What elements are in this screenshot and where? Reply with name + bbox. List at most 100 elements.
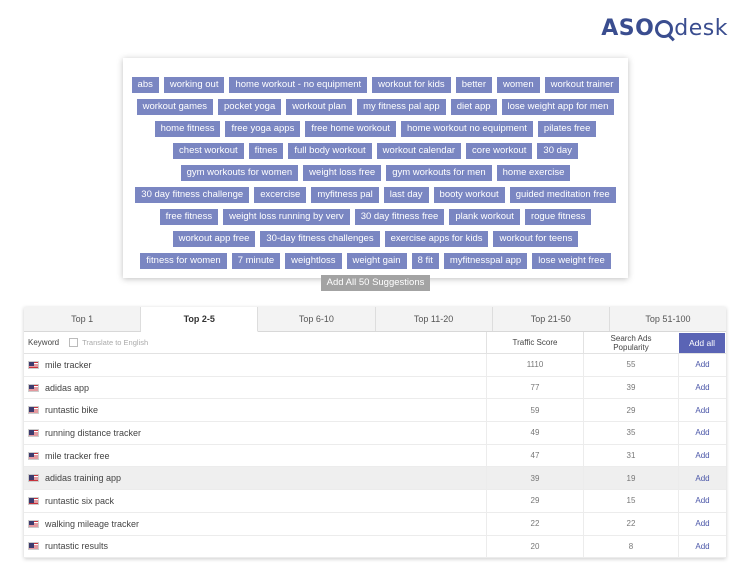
- add-keyword-button[interactable]: Add: [678, 467, 726, 490]
- suggestion-tag[interactable]: workout for teens: [493, 231, 579, 247]
- suggestion-tag[interactable]: fitness for women: [140, 253, 227, 269]
- suggestion-tag[interactable]: booty workout: [433, 187, 505, 203]
- tab-top-1[interactable]: Top 1: [24, 307, 142, 331]
- tab-top-51-100[interactable]: Top 51-100: [609, 307, 727, 331]
- suggestion-tag[interactable]: pilates free: [537, 121, 597, 137]
- suggestion-tag[interactable]: workout trainer: [544, 77, 620, 93]
- table-row: runtastic bike 59 29 Add: [24, 399, 726, 423]
- translate-checkbox[interactable]: [69, 338, 79, 347]
- add-all-header: Add all: [678, 332, 726, 353]
- suggestion-tag[interactable]: 30-day fitness challenges: [260, 231, 380, 247]
- keyword-text: running distance tracker: [45, 427, 142, 438]
- suggestion-tag[interactable]: women: [496, 77, 540, 93]
- suggestion-tag[interactable]: lose weight app for men: [501, 99, 615, 115]
- add-keyword-button[interactable]: Add: [678, 535, 726, 558]
- suggestion-tag[interactable]: gym workouts for women: [180, 165, 299, 181]
- suggestion-tag[interactable]: home exercise: [496, 165, 571, 181]
- keyword-text: adidas training app: [45, 473, 122, 484]
- suggestion-tag[interactable]: pocket yoga: [218, 99, 282, 115]
- suggestion-tag[interactable]: home workout no equipment: [401, 121, 533, 137]
- suggestion-tag[interactable]: rogue fitness: [524, 209, 592, 225]
- suggestion-tag[interactable]: fitnes: [248, 143, 284, 159]
- popularity-cell: 8: [583, 535, 678, 558]
- suggestion-tag[interactable]: plank workout: [449, 209, 520, 225]
- popularity-cell: 29: [583, 399, 678, 422]
- keyword-text: mile tracker: [45, 359, 92, 370]
- keyword-cell: running distance tracker: [24, 428, 486, 438]
- suggestion-tag[interactable]: myfitness pal: [311, 187, 379, 203]
- add-keyword-button[interactable]: Add: [678, 490, 726, 512]
- search-ads-popularity-header[interactable]: Search Ads Popularity: [583, 332, 678, 353]
- tab-top-11-20[interactable]: Top 11-20: [375, 307, 493, 331]
- tab-top-6-10[interactable]: Top 6-10: [258, 307, 376, 331]
- suggestion-tag[interactable]: weightloss: [285, 253, 342, 269]
- us-flag-icon: [28, 519, 39, 528]
- suggestion-tag[interactable]: full body workout: [288, 143, 372, 159]
- suggestion-tag[interactable]: home workout - no equipment: [229, 77, 368, 93]
- traffic-score-header[interactable]: Traffic Score: [486, 332, 583, 353]
- suggestion-tag[interactable]: home fitness: [154, 121, 221, 137]
- suggestion-tag[interactable]: free yoga apps: [225, 121, 301, 137]
- keyword-cell: runtastic six pack: [24, 496, 486, 506]
- suggestion-tag[interactable]: chest workout: [173, 143, 244, 159]
- table-row: adidas app 77 39 Add: [24, 376, 726, 400]
- suggestion-tag[interactable]: workout plan: [286, 99, 353, 115]
- suggestion-tag[interactable]: gym workouts for men: [386, 165, 492, 181]
- translate-toggle[interactable]: Translate to English: [69, 338, 148, 347]
- suggestion-tag[interactable]: working out: [163, 77, 225, 93]
- us-flag-icon: [28, 360, 39, 369]
- suggestion-tag[interactable]: abs: [131, 77, 159, 93]
- suggestion-tag[interactable]: 8 fit: [411, 253, 439, 269]
- traffic-score-cell: 29: [486, 490, 583, 512]
- popularity-cell: 22: [583, 512, 678, 535]
- suggestion-tag[interactable]: weight loss running by verv: [223, 209, 350, 225]
- suggestion-tag[interactable]: 30 day fitness free: [354, 209, 445, 225]
- table-row: walking mileage tracker 22 22 Add: [24, 512, 726, 536]
- add-keyword-button[interactable]: Add: [678, 399, 726, 422]
- keyword-cell: mile tracker free: [24, 451, 486, 461]
- keyword-cell: adidas training app: [24, 473, 486, 483]
- suggestion-tag[interactable]: guided meditation free: [509, 187, 616, 203]
- suggestion-tag[interactable]: workout calendar: [376, 143, 462, 159]
- suggestion-tag[interactable]: excercise: [254, 187, 307, 203]
- suggestion-tag[interactable]: weight gain: [346, 253, 407, 269]
- suggestion-tag[interactable]: 30 day: [537, 143, 578, 159]
- keyword-text: walking mileage tracker: [45, 518, 140, 529]
- tab-top-21-50[interactable]: Top 21-50: [492, 307, 610, 331]
- suggestion-tag[interactable]: myfitnesspal app: [443, 253, 528, 269]
- traffic-score-cell: 49: [486, 422, 583, 444]
- suggestion-tag[interactable]: free home workout: [305, 121, 397, 137]
- keyword-cell: runtastic results: [24, 541, 486, 551]
- suggestion-tag[interactable]: diet app: [450, 99, 497, 115]
- suggestion-tag[interactable]: core workout: [466, 143, 533, 159]
- suggestion-tag[interactable]: workout games: [136, 99, 214, 115]
- suggestion-tag[interactable]: 7 minute: [231, 253, 281, 269]
- suggestion-tag[interactable]: 30 day fitness challenge: [135, 187, 250, 203]
- suggestion-tag[interactable]: lose weight free: [532, 253, 611, 269]
- rank-tabs: Top 1 Top 2-5 Top 6-10 Top 11-20 Top 21-50 To…: [24, 307, 727, 332]
- add-keyword-button[interactable]: Add: [678, 376, 726, 399]
- add-keyword-button[interactable]: Add: [678, 354, 726, 376]
- us-flag-icon: [28, 428, 39, 437]
- suggestion-tag[interactable]: last day: [383, 187, 429, 203]
- add-all-button[interactable]: Add all: [679, 332, 725, 353]
- keyword-header-label: Keyword: [28, 338, 60, 347]
- suggestion-tag[interactable]: weight loss free: [303, 165, 382, 181]
- suggestion-tag[interactable]: better: [455, 77, 492, 93]
- add-keyword-button[interactable]: Add: [678, 512, 726, 535]
- popularity-cell: 19: [583, 467, 678, 490]
- tab-top-2-5[interactable]: Top 2-5: [141, 307, 259, 332]
- keywords-table-panel: Top 1 Top 2-5 Top 6-10 Top 11-20 Top 21-50 To…: [24, 307, 727, 559]
- suggestion-tag[interactable]: exercise apps for kids: [384, 231, 489, 247]
- traffic-score-cell: 39: [486, 467, 583, 490]
- add-all-suggestions-button[interactable]: Add All 50 Suggestions: [320, 275, 431, 291]
- add-keyword-button[interactable]: Add: [678, 444, 726, 467]
- keyword-text: runtastic six pack: [45, 495, 115, 506]
- table-row: adidas training app 39 19 Add: [24, 467, 726, 491]
- suggestion-tag[interactable]: my fitness pal app: [357, 99, 446, 115]
- suggestion-tag[interactable]: free fitness: [159, 209, 219, 225]
- suggestion-tag[interactable]: workout app free: [172, 231, 256, 247]
- traffic-score-cell: 20: [486, 535, 583, 558]
- add-keyword-button[interactable]: Add: [678, 422, 726, 444]
- suggestion-tag[interactable]: workout for kids: [372, 77, 451, 93]
